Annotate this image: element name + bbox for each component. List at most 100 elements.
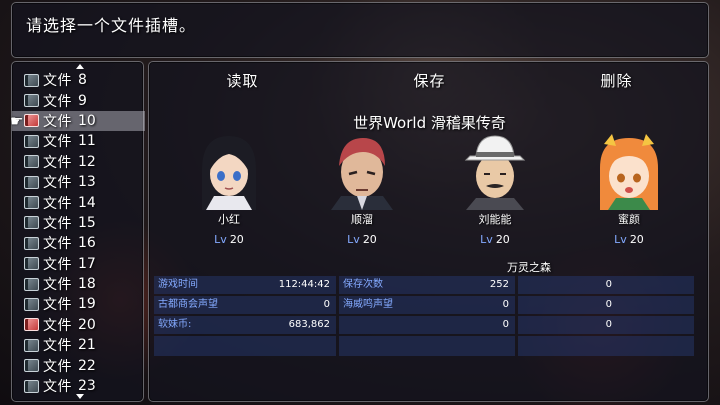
file-slot-label: 文件 xyxy=(43,93,72,110)
save-book-icon xyxy=(24,318,39,332)
file-slot[interactable]: 文件 11 xyxy=(12,131,145,151)
stat-cell-empty xyxy=(154,336,336,356)
file-slot-number: 21 xyxy=(78,337,96,354)
file-slot-label: 文件 xyxy=(43,175,72,192)
file-slot-number: 20 xyxy=(78,316,96,333)
actor-name: 刘能能 xyxy=(478,213,512,226)
save-count-value: 252 xyxy=(489,279,509,290)
file-slot-number: 17 xyxy=(78,255,96,272)
load-button[interactable]: 读取 xyxy=(149,62,336,100)
party-member-4: 蜜颜 Lv 20 xyxy=(569,130,689,246)
actor-level: Lv 20 xyxy=(169,233,289,246)
file-slot-label: 文件 xyxy=(43,338,72,355)
save-book-icon xyxy=(24,196,39,210)
file-slot[interactable]: 文件 9 xyxy=(12,90,145,110)
level-value: 20 xyxy=(229,233,244,246)
hand-cursor-icon: ☛ xyxy=(10,112,24,130)
file-slot[interactable]: 文件 8 xyxy=(12,70,145,90)
save-count-row: 保存次数 252 xyxy=(339,276,515,294)
save-book-icon xyxy=(24,236,39,250)
save-book-icon xyxy=(24,257,39,271)
sea-reputation-value: 0 xyxy=(502,299,509,310)
file-slot-number: 23 xyxy=(78,378,96,395)
play-time-value: 112:44:42 xyxy=(278,279,330,290)
guild-reputation-value: 0 xyxy=(323,299,330,310)
save-count-label: 保存次数 xyxy=(343,279,383,290)
file-slot[interactable]: 文件 17 xyxy=(12,254,145,274)
save-button[interactable]: 保存 xyxy=(336,62,523,100)
coin-row: 软妹币: 683,862 xyxy=(154,316,336,334)
file-slot[interactable]: 文件 22 xyxy=(12,355,145,375)
file-slot[interactable]: 文件 12 xyxy=(12,152,145,172)
file-slot[interactable]: 文件 14 xyxy=(12,192,145,212)
scroll-down-arrow-icon[interactable] xyxy=(76,394,84,399)
sea-reputation-label: 海威鸣声望 xyxy=(343,299,393,310)
stat-value: 0 xyxy=(502,319,509,330)
file-slot-number: 9 xyxy=(78,92,87,109)
actor-name: 蜜颜 xyxy=(618,213,640,226)
lv-label: Lv xyxy=(614,233,627,246)
party-member-2: 顺溜 Lv 20 xyxy=(302,130,422,246)
party-member-1: 小红 Lv 20 xyxy=(169,130,289,246)
save-book-icon xyxy=(24,359,39,373)
scroll-up-arrow-icon[interactable] xyxy=(76,64,84,69)
save-book-icon xyxy=(24,379,39,393)
save-book-icon xyxy=(24,216,39,230)
actor-name: 小红 xyxy=(218,213,240,226)
stat-value: 0 xyxy=(605,299,612,310)
save-book-icon xyxy=(24,338,39,352)
coin-label: 软妹币: xyxy=(158,319,192,330)
file-slot-number: 18 xyxy=(78,276,96,293)
play-time-label: 游戏时间 xyxy=(158,279,198,290)
file-slot-number: 22 xyxy=(78,357,96,374)
coin-value: 683,862 xyxy=(288,319,330,330)
file-slot[interactable]: 文件 18 xyxy=(12,274,145,294)
file-slot[interactable]: 文件 20 xyxy=(12,315,145,335)
play-time-row: 游戏时间 112:44:42 xyxy=(154,276,336,294)
dark-hair-girl-portrait-icon xyxy=(190,130,268,210)
delete-button[interactable]: 删除 xyxy=(523,62,710,100)
file-slot-number: 14 xyxy=(78,194,96,211)
stat-cell-empty xyxy=(518,336,694,356)
level-value: 20 xyxy=(495,233,510,246)
save-book-icon xyxy=(24,297,39,311)
red-hair-man-portrait-icon xyxy=(323,130,401,210)
stat-row: 0 xyxy=(518,276,694,294)
guild-reputation-label: 古都商会声望 xyxy=(158,299,218,310)
actor-level: Lv 20 xyxy=(569,233,689,246)
file-slot-label: 文件 xyxy=(43,297,72,314)
file-slot-number: 12 xyxy=(78,153,96,170)
help-window: 请选择一个文件插槽。 xyxy=(11,2,709,58)
map-name: 万灵之森 xyxy=(507,261,551,274)
file-slot-label: 文件 xyxy=(43,154,72,171)
help-text: 请选择一个文件插槽。 xyxy=(26,16,197,35)
actor-level: Lv 20 xyxy=(435,233,555,246)
level-value: 20 xyxy=(629,233,644,246)
file-slot-label: 文件 xyxy=(43,317,72,334)
lv-label: Lv xyxy=(480,233,493,246)
actor-level: Lv 20 xyxy=(302,233,422,246)
actor-name: 顺溜 xyxy=(351,213,373,226)
save-info-window: 读取 保存 删除 世界World 滑稽果传奇 小红 Lv 20 顺溜 Lv 20… xyxy=(148,61,709,402)
file-slot-number: 10 xyxy=(78,112,96,129)
file-slot-label: 文件 xyxy=(43,195,72,212)
file-slot-number: 11 xyxy=(78,133,96,150)
level-value: 20 xyxy=(362,233,377,246)
stat-row: 0 xyxy=(339,316,515,334)
file-slot-number: 16 xyxy=(78,235,96,252)
file-slot-label: 文件 xyxy=(43,379,72,396)
lv-label: Lv xyxy=(347,233,360,246)
file-slot[interactable]: 文件 19 xyxy=(12,294,145,314)
guild-reputation-row: 古都商会声望 0 xyxy=(154,296,336,314)
file-slot-label: 文件 xyxy=(43,73,72,90)
file-slot[interactable]: 文件 16 xyxy=(12,233,145,253)
file-slot[interactable]: 文件 21 xyxy=(12,335,145,355)
save-book-icon xyxy=(24,175,39,189)
file-slot[interactable]: 文件 13 xyxy=(12,172,145,192)
file-slot-label: 文件 xyxy=(43,358,72,375)
sea-reputation-row: 海威鸣声望 0 xyxy=(339,296,515,314)
file-slot[interactable]: 文件 15 xyxy=(12,213,145,233)
file-slot-number: 8 xyxy=(78,72,87,89)
stat-value: 0 xyxy=(605,279,612,290)
stat-cell-empty xyxy=(339,336,515,356)
